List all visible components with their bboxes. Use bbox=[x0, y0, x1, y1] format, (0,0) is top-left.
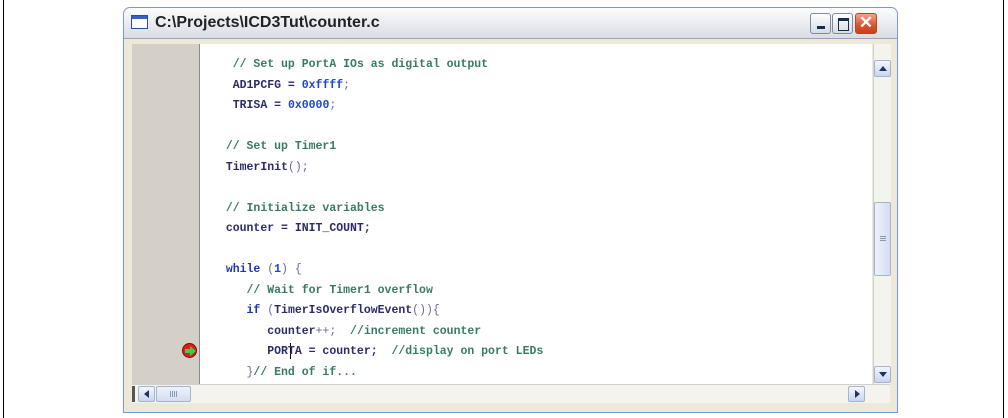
window-title: C:\Projects\ICD3Tut\counter.c bbox=[155, 14, 380, 31]
code-line: counter = INIT_COUNT; bbox=[212, 222, 371, 236]
scroll-right-button[interactable] bbox=[848, 386, 865, 402]
horizontal-scrollbar[interactable] bbox=[132, 384, 890, 403]
code-line: if (TimerIsOverflowEvent()){ bbox=[212, 304, 440, 318]
vertical-scroll-thumb[interactable] bbox=[874, 202, 891, 276]
code-line: }// End of if... bbox=[212, 366, 357, 380]
code-token: //display on port LEDs bbox=[377, 345, 544, 358]
page-frame-left bbox=[3, 0, 4, 418]
maximize-button[interactable] bbox=[832, 13, 853, 34]
horizontal-scroll-thumb[interactable] bbox=[156, 386, 191, 402]
code-token: if bbox=[246, 304, 261, 317]
code-token: // Set up Timer1 bbox=[225, 140, 337, 153]
grip-icon bbox=[170, 391, 177, 397]
code-token: ( bbox=[260, 263, 275, 276]
code-token: 0xffff bbox=[301, 79, 344, 92]
document-icon bbox=[131, 15, 148, 29]
breakpoint-gutter[interactable] bbox=[132, 44, 200, 384]
code-token: TRISA = bbox=[232, 99, 288, 112]
vertical-scrollbar[interactable] bbox=[873, 44, 891, 384]
code-line: // Set up Timer1 bbox=[212, 140, 336, 154]
minimize-icon bbox=[817, 26, 825, 29]
code-token: ()){ bbox=[412, 304, 440, 317]
code-token: // End of if... bbox=[253, 366, 357, 379]
code-line: // Wait for Timer1 overflow bbox=[212, 284, 433, 298]
code-token: // Set up PortA IOs as digital output bbox=[232, 58, 489, 71]
code-token: 0x0000 bbox=[287, 99, 330, 112]
close-button[interactable]: ✕ bbox=[855, 13, 877, 34]
code-token: 1 bbox=[274, 263, 282, 276]
code-token: ; bbox=[343, 79, 351, 92]
breakpoint-execution-arrow-icon[interactable] bbox=[182, 343, 197, 358]
grip-icon bbox=[880, 236, 886, 242]
code-line: TimerInit(); bbox=[212, 161, 309, 175]
code-token: PORTA = counter; bbox=[267, 345, 378, 358]
maximize-icon bbox=[838, 18, 849, 31]
scroll-up-button[interactable] bbox=[874, 60, 891, 77]
minimize-button[interactable] bbox=[810, 13, 831, 34]
code-token: ++; bbox=[315, 325, 337, 338]
right-arrow-icon bbox=[855, 390, 860, 398]
code-token: TimerInit bbox=[225, 161, 288, 174]
close-icon: ✕ bbox=[858, 13, 874, 32]
code-token: //increment counter bbox=[336, 325, 482, 338]
down-arrow-icon bbox=[879, 372, 887, 377]
code-line: counter++; //increment counter bbox=[212, 325, 481, 339]
code-token: counter bbox=[267, 325, 316, 338]
code-token: // Wait for Timer1 overflow bbox=[246, 284, 433, 297]
code-editor[interactable]: // Set up PortA IOs as digital output AD… bbox=[200, 44, 872, 384]
title-bar[interactable]: C:\Projects\ICD3Tut\counter.c ✕ bbox=[124, 8, 897, 39]
code-line: // Initialize variables bbox=[212, 202, 385, 216]
code-token: TimerIsOverflowEvent bbox=[274, 304, 413, 317]
code-line: // Set up PortA IOs as digital output bbox=[212, 58, 488, 72]
code-token: ; bbox=[329, 99, 337, 112]
editor-window: C:\Projects\ICD3Tut\counter.c ✕ // Set u… bbox=[124, 8, 897, 412]
code-line: PORTA = counter; //display on port LEDs bbox=[212, 345, 543, 359]
scroll-left-button[interactable] bbox=[138, 386, 155, 402]
code-token: AD1PCFG = bbox=[232, 79, 302, 92]
up-arrow-icon bbox=[879, 66, 887, 71]
code-token: (); bbox=[287, 161, 309, 174]
code-line: while (1) { bbox=[212, 263, 302, 277]
code-token: while bbox=[225, 263, 261, 276]
split-handle[interactable] bbox=[132, 386, 135, 402]
code-line: AD1PCFG = 0xffff; bbox=[212, 79, 350, 93]
page-frame-right bbox=[1003, 0, 1004, 418]
code-token: ( bbox=[260, 304, 275, 317]
code-line: TRISA = 0x0000; bbox=[212, 99, 337, 113]
code-token: counter = INIT_COUNT; bbox=[225, 222, 371, 235]
left-arrow-icon bbox=[144, 390, 149, 398]
code-token: ) { bbox=[281, 263, 302, 276]
scroll-down-button[interactable] bbox=[874, 366, 891, 383]
code-token: // Initialize variables bbox=[225, 202, 385, 215]
